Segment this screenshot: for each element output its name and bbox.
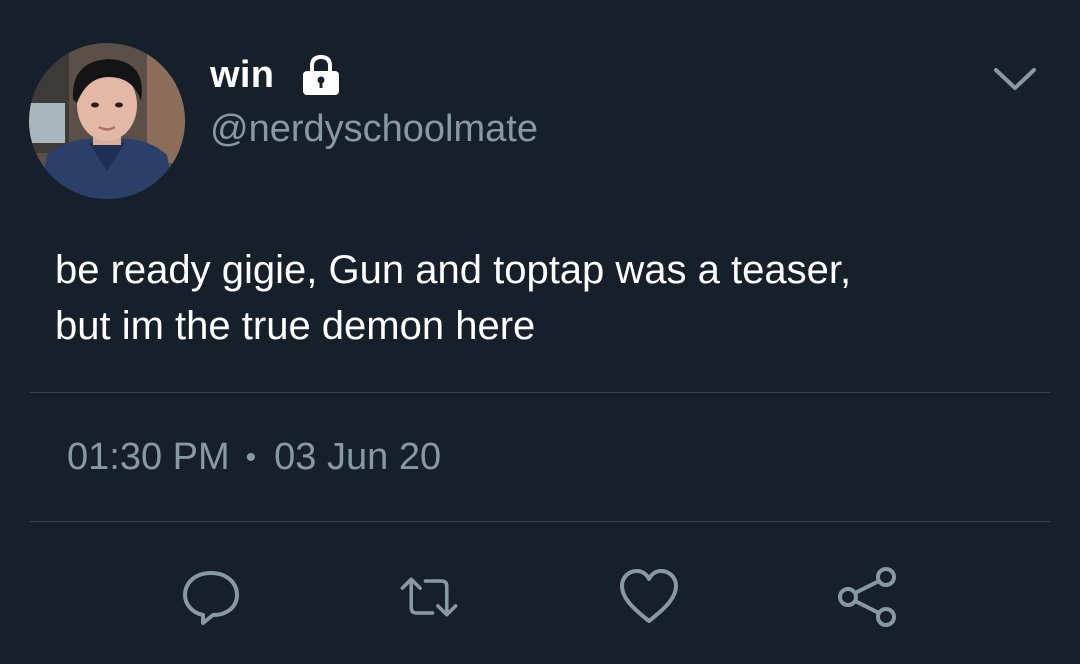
separator-dot: • [245,440,257,474]
avatar[interactable] [29,43,185,199]
avatar-image [29,43,185,199]
display-name[interactable]: win [210,54,274,97]
lock-icon [298,52,344,98]
reply-button[interactable] [179,565,243,629]
tweet-text-line: but im the true demon here [55,304,536,348]
display-name-row: win [210,52,344,98]
like-button[interactable] [617,565,681,629]
tweet-time: 01:30 PM [67,436,230,478]
tweet-text-line: be ready gigie, Gun and toptap was a tea… [55,248,852,292]
user-handle[interactable]: @nerdyschoolmate [210,108,538,151]
share-icon [838,567,896,627]
tweet-date: 03 Jun 20 [274,436,442,478]
divider [30,521,1050,522]
retweet-button[interactable] [397,565,461,629]
tweet-text: be ready gigie, Gun and toptap was a tea… [55,242,1045,354]
divider [30,392,1050,393]
tweet-timestamp: 01:30 PM • 03 Jun 20 [67,436,441,479]
heart-icon [620,569,678,623]
share-button[interactable] [836,565,900,629]
reply-icon [183,571,239,625]
retweet-icon [400,577,458,617]
tweet-card: win @nerdyschoolmate be ready gigie, Gun… [0,0,1080,664]
chevron-down-icon[interactable] [990,62,1040,96]
